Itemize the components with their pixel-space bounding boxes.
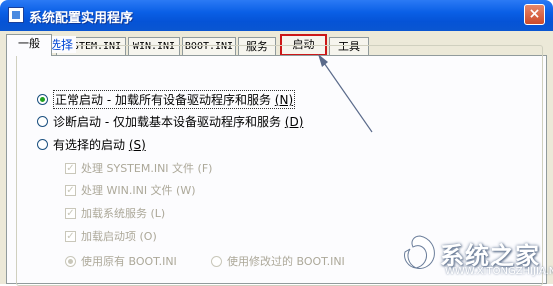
watermark-logo-icon [404, 235, 435, 269]
watermark-url: WWW.XITONGZHIJIA.NET [445, 266, 553, 277]
tab-general[interactable]: 一般 [6, 34, 52, 56]
